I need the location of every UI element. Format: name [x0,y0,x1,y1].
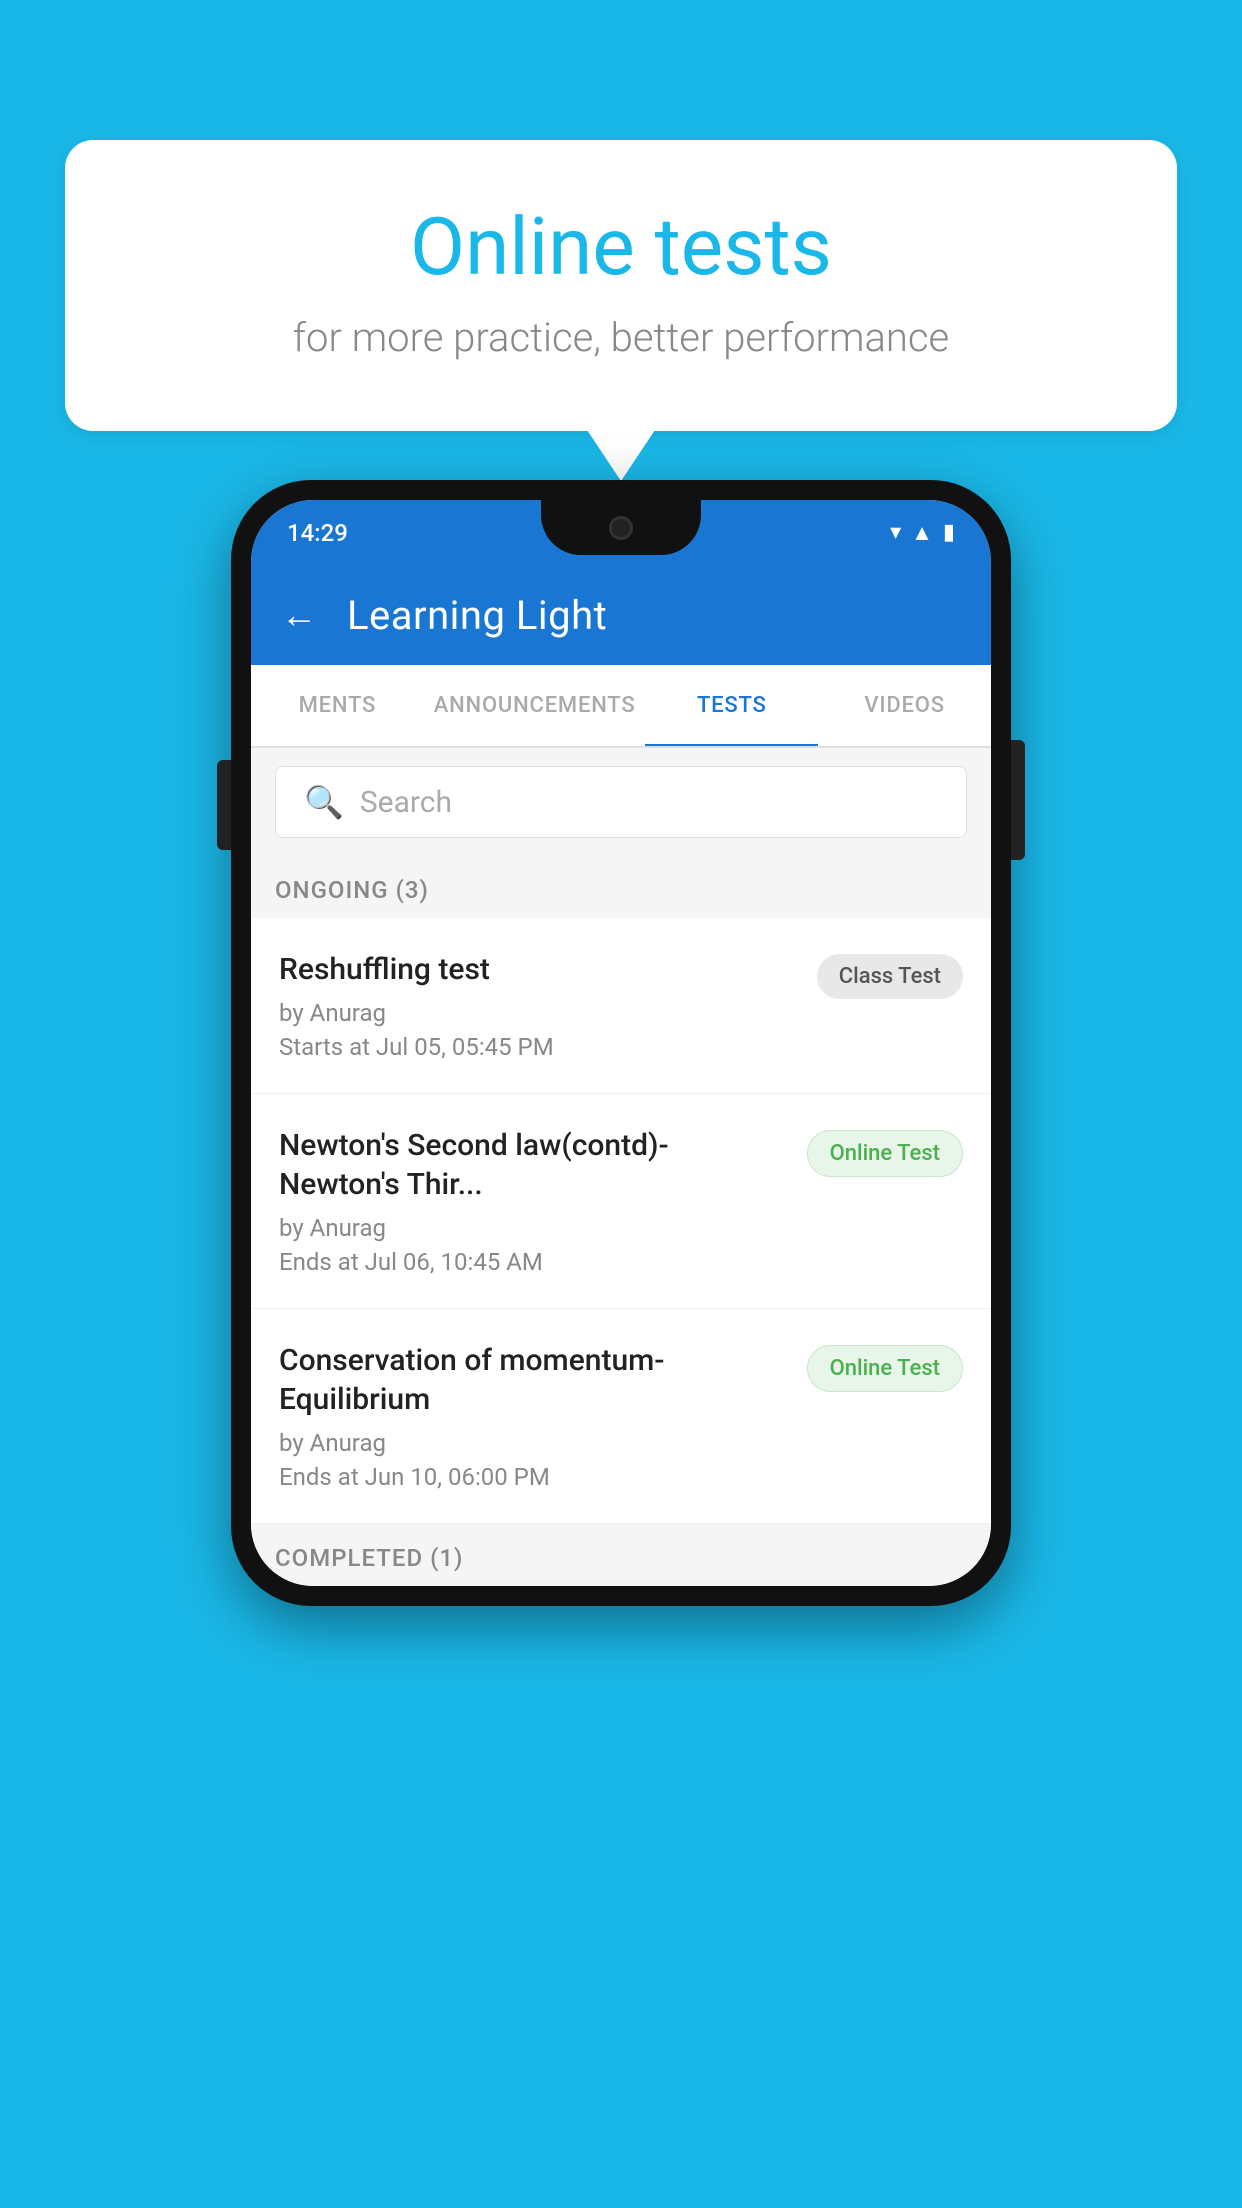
tab-ments[interactable]: MENTS [251,665,424,746]
bubble-title: Online tests [145,200,1097,294]
test-time: Starts at Jul 05, 05:45 PM [279,1033,797,1061]
test-info: Newton's Second law(contd)-Newton's Thir… [279,1126,807,1276]
tabs-container: MENTS ANNOUNCEMENTS TESTS VIDEOS [251,665,991,748]
test-info: Reshuffling test by Anurag Starts at Jul… [279,950,817,1061]
test-badge: Online Test [807,1345,963,1392]
test-badge: Class Test [817,954,963,999]
test-info: Conservation of momentum-Equilibrium by … [279,1341,807,1491]
speech-bubble: Online tests for more practice, better p… [65,140,1177,431]
test-time: Ends at Jul 06, 10:45 AM [279,1248,787,1276]
status-icons: ▾ ▲ ▮ [890,520,955,546]
test-time: Ends at Jun 10, 06:00 PM [279,1463,787,1491]
search-icon: 🔍 [304,783,344,821]
camera [609,516,633,540]
notch [541,500,701,555]
bubble-subtitle: for more practice, better performance [145,314,1097,361]
test-badge: Online Test [807,1130,963,1177]
test-item[interactable]: Newton's Second law(contd)-Newton's Thir… [251,1094,991,1309]
wifi-icon: ▾ [890,520,901,545]
test-item[interactable]: Reshuffling test by Anurag Starts at Jul… [251,918,991,1094]
test-list: Reshuffling test by Anurag Starts at Jul… [251,918,991,1524]
search-placeholder: Search [360,785,452,820]
phone-screen: 14:29 ▾ ▲ ▮ ← Learning Light MENTS ANNOU… [251,500,991,1586]
app-header: ← Learning Light [251,565,991,665]
test-item[interactable]: Conservation of momentum-Equilibrium by … [251,1309,991,1524]
status-time: 14:29 [287,519,348,547]
completed-section-header: COMPLETED (1) [251,1524,991,1586]
back-button[interactable]: ← [281,594,317,636]
status-bar: 14:29 ▾ ▲ ▮ [251,500,991,565]
search-input[interactable]: 🔍 Search [275,766,967,838]
tab-announcements[interactable]: ANNOUNCEMENTS [424,665,646,746]
test-name: Newton's Second law(contd)-Newton's Thir… [279,1126,787,1204]
tab-videos[interactable]: VIDEOS [818,665,991,746]
battery-icon: ▮ [943,520,955,545]
ongoing-section-header: ONGOING (3) [251,856,991,918]
signal-icon: ▲ [911,520,933,546]
test-author: by Anurag [279,1429,787,1457]
search-container: 🔍 Search [251,748,991,856]
tab-tests[interactable]: TESTS [645,665,818,746]
phone-frame: 14:29 ▾ ▲ ▮ ← Learning Light MENTS ANNOU… [231,480,1011,1606]
test-author: by Anurag [279,999,797,1027]
test-name: Conservation of momentum-Equilibrium [279,1341,787,1419]
speech-bubble-container: Online tests for more practice, better p… [65,140,1177,431]
app-title: Learning Light [347,592,607,639]
phone-container: 14:29 ▾ ▲ ▮ ← Learning Light MENTS ANNOU… [231,480,1011,1606]
test-author: by Anurag [279,1214,787,1242]
test-name: Reshuffling test [279,950,797,989]
